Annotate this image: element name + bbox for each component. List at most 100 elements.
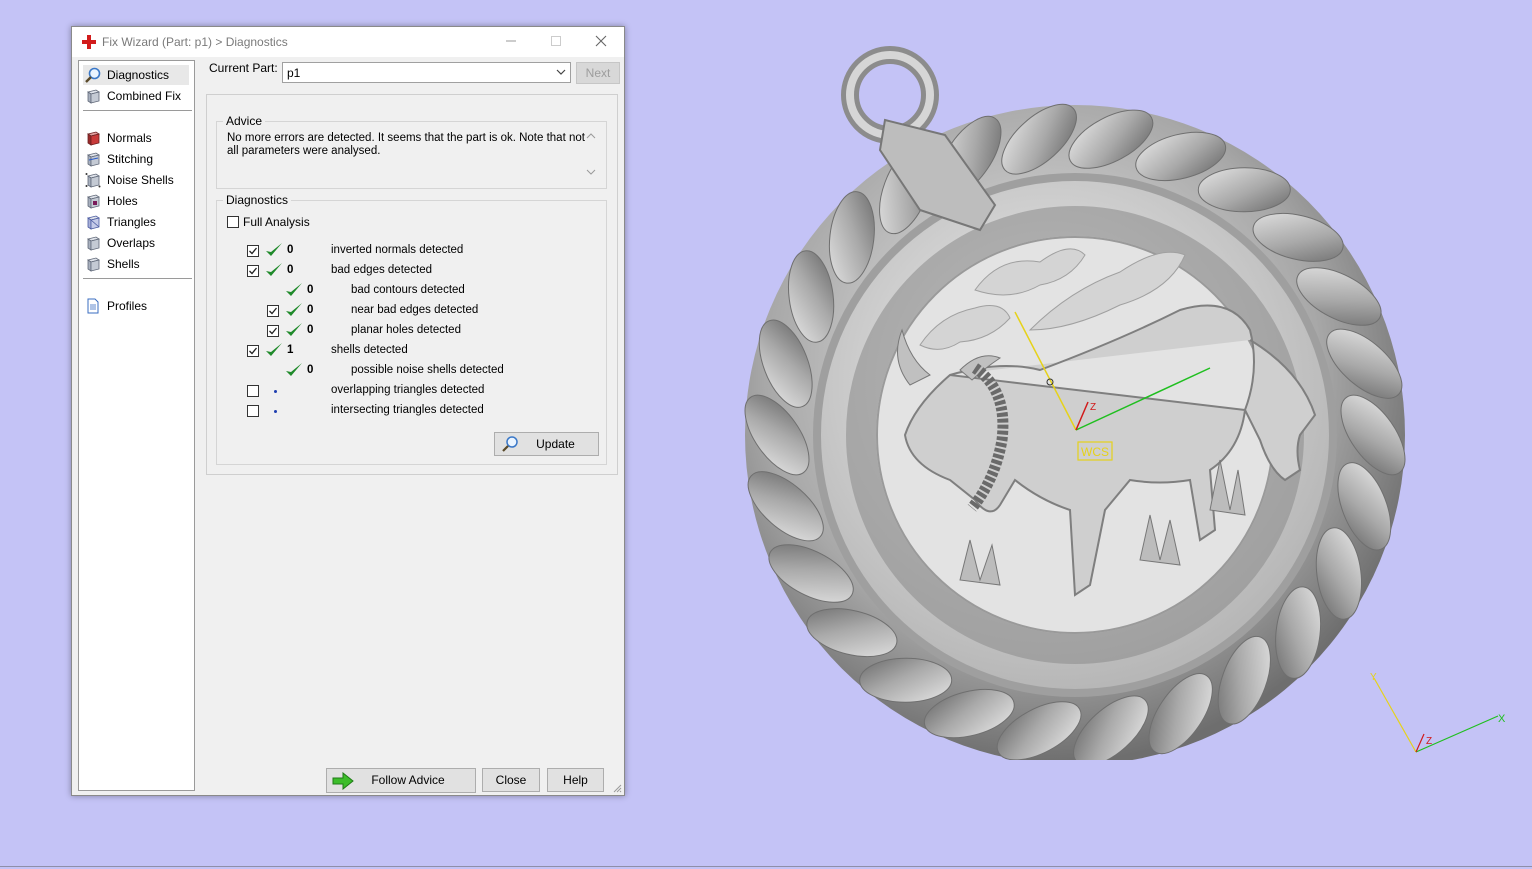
cube-icon xyxy=(87,152,100,167)
close-button[interactable]: Close xyxy=(482,768,540,792)
sidebar-item-label: Normals xyxy=(107,131,152,145)
cube-icon xyxy=(87,257,100,272)
near-bad-edges-label: near bad edges detected xyxy=(351,304,479,316)
next-button[interactable]: Next xyxy=(576,62,620,84)
checkmark-icon xyxy=(249,267,258,275)
diagnostics-title: Diagnostics xyxy=(223,193,292,207)
pending-dot-icon xyxy=(274,390,277,393)
overlapping-triangles-label: overlapping triangles detected xyxy=(331,384,485,396)
sidebar-item-label: Noise Shells xyxy=(107,173,174,187)
pendant-model xyxy=(744,46,1406,760)
shells-label: shells detected xyxy=(331,344,408,356)
advice-text: No more errors are detected. It seems th… xyxy=(227,132,585,157)
sidebar-item-holes[interactable]: Holes xyxy=(83,191,138,211)
green-arrow-icon xyxy=(332,772,354,790)
bad-contours-label: bad contours detected xyxy=(351,284,465,296)
checkmark-icon xyxy=(269,327,278,335)
title-bar[interactable]: Fix Wizard (Part: p1) > Diagnostics xyxy=(72,27,624,57)
diagnostics-panel: Advice No more errors are detected. It s… xyxy=(206,94,618,475)
sidebar-item-label: Stitching xyxy=(107,152,154,166)
close-icon xyxy=(595,35,607,47)
current-part-value: p1 xyxy=(287,66,301,80)
sidebar-separator xyxy=(83,110,192,111)
advice-group: Advice No more errors are detected. It s… xyxy=(216,114,607,189)
advice-title: Advice xyxy=(223,114,266,128)
follow-advice-button[interactable]: Follow Advice xyxy=(326,768,476,793)
near-bad-edges-checkbox[interactable] xyxy=(267,305,279,317)
dotted-cube-icon xyxy=(85,173,101,188)
sidebar-item-diagnostics[interactable]: Diagnostics xyxy=(83,65,189,85)
sidebar-item-label: Shells xyxy=(107,257,140,271)
viewport-3d[interactable]: Z WCS xyxy=(740,40,1420,760)
planar-holes-label: planar holes detected xyxy=(351,324,461,336)
triangle-cube-icon xyxy=(87,215,100,230)
shells-count: 1 xyxy=(287,344,294,356)
current-part-select[interactable]: p1 xyxy=(282,62,571,83)
triad-y-label: Y xyxy=(1370,672,1377,683)
minimize-icon xyxy=(506,40,516,42)
full-analysis-checkbox[interactable] xyxy=(227,216,239,228)
maximize-button[interactable] xyxy=(533,27,579,57)
follow-advice-label: Follow Advice xyxy=(371,773,445,787)
rope-strand xyxy=(859,657,953,703)
full-analysis-label: Full Analysis xyxy=(243,215,310,229)
overlapping-triangles-checkbox[interactable] xyxy=(247,385,259,397)
help-button[interactable]: Help xyxy=(547,768,604,792)
close-window-button[interactable] xyxy=(578,27,624,57)
checkmark-icon xyxy=(249,247,258,255)
advice-scrollbar[interactable] xyxy=(584,130,598,178)
sidebar-item-noise-shells[interactable]: Noise Shells xyxy=(83,170,174,190)
inverted-normals-checkbox[interactable] xyxy=(247,245,259,257)
fix-wizard-dialog: Fix Wizard (Part: p1) > Diagnostics Diag… xyxy=(71,26,625,796)
rope-strand xyxy=(1197,167,1291,213)
green-check-icon xyxy=(286,303,302,316)
document-icon xyxy=(87,298,99,314)
triad-z-label: Z xyxy=(1426,736,1432,747)
planar-holes-checkbox[interactable] xyxy=(267,325,279,337)
sidebar-item-overlaps[interactable]: Overlaps xyxy=(83,233,155,253)
maximize-icon xyxy=(551,36,561,46)
inverted-normals-count: 0 xyxy=(287,244,294,256)
checkmark-icon xyxy=(269,307,278,315)
intersecting-triangles-checkbox[interactable] xyxy=(247,405,259,417)
bad-edges-checkbox[interactable] xyxy=(247,265,259,277)
pending-dot-icon xyxy=(274,410,277,413)
magnifier-icon xyxy=(85,67,101,83)
sidebar-item-triangles[interactable]: Triangles xyxy=(83,212,156,232)
sidebar-item-stitching[interactable]: Stitching xyxy=(83,149,153,169)
noise-shells-count: 0 xyxy=(307,364,314,376)
z-axis-label: Z xyxy=(1090,402,1096,413)
triad-y-axis xyxy=(1373,677,1417,753)
window-title: Fix Wizard (Part: p1) > Diagnostics xyxy=(102,35,288,49)
resize-grip-icon[interactable] xyxy=(612,783,622,793)
sidebar-item-profiles[interactable]: Profiles xyxy=(83,296,147,316)
planar-holes-count: 0 xyxy=(307,324,314,336)
axis-triad: Z Y X xyxy=(1370,672,1506,753)
red-cube-icon xyxy=(87,131,100,146)
shells-checkbox[interactable] xyxy=(247,345,259,357)
sidebar-item-label: Diagnostics xyxy=(107,68,170,82)
green-check-icon xyxy=(286,323,302,336)
sidebar-item-label: Holes xyxy=(107,194,138,208)
green-check-icon xyxy=(286,283,302,296)
diagnostics-group: Diagnostics Full Analysis 0 inverted nor… xyxy=(216,193,607,465)
bad-edges-count: 0 xyxy=(287,264,294,276)
hole-cube-icon xyxy=(87,194,100,209)
green-check-icon xyxy=(266,263,282,276)
bad-contours-count: 0 xyxy=(307,284,314,296)
current-part-label: Current Part: xyxy=(209,61,278,75)
checkmark-icon xyxy=(249,347,258,355)
triad-x-label: X xyxy=(1498,713,1506,725)
update-label: Update xyxy=(536,437,575,451)
green-check-icon xyxy=(286,363,302,376)
sidebar-item-normals[interactable]: Normals xyxy=(83,128,152,148)
cube-icon xyxy=(87,89,100,104)
sidebar-item-combined-fix[interactable]: Combined Fix xyxy=(83,86,181,106)
minimize-button[interactable] xyxy=(488,27,534,57)
chevron-down-icon xyxy=(556,69,566,75)
noise-shells-label: possible noise shells detected xyxy=(351,364,504,376)
update-button[interactable]: Update xyxy=(494,432,599,456)
near-bad-edges-count: 0 xyxy=(307,304,314,316)
sidebar-item-shells[interactable]: Shells xyxy=(83,254,140,274)
intersecting-triangles-label: intersecting triangles detected xyxy=(331,404,484,416)
